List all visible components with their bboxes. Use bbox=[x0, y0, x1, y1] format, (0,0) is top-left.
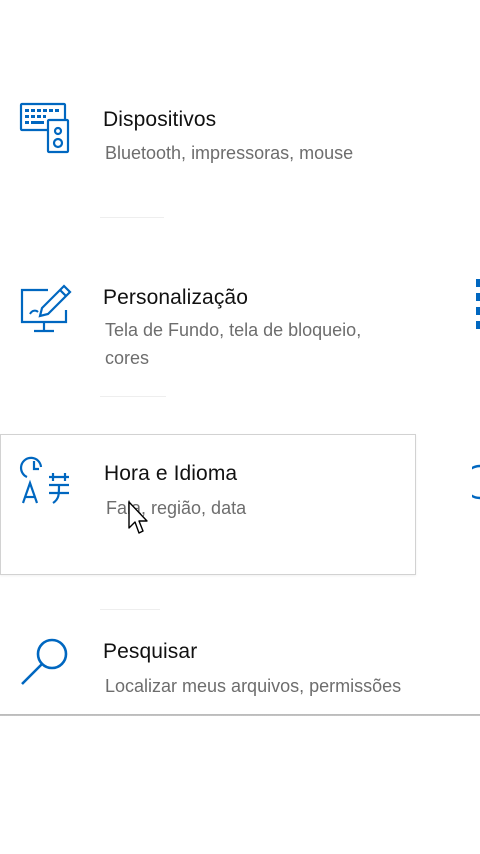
divider bbox=[100, 217, 164, 218]
tile-personalization-desc: Tela de Fundo, tela de bloqueio, cores bbox=[105, 320, 362, 368]
tile-devices-title: Dispositivos bbox=[103, 108, 217, 131]
personalization-icon bbox=[18, 282, 74, 338]
tile-search[interactable]: Pesquisar Localizar meus arquivos, permi… bbox=[0, 614, 416, 716]
tile-time-language[interactable]: Hora e Idioma Fala, região, data bbox=[0, 434, 416, 575]
tile-personalization-title: Personalização bbox=[103, 286, 248, 309]
tile-devices[interactable]: Dispositivos Bluetooth, impressoras, mou… bbox=[0, 80, 416, 210]
time-language-icon bbox=[19, 455, 75, 511]
settings-window: Dispositivos Bluetooth, impressoras, mou… bbox=[0, 0, 480, 716]
devices-icon bbox=[18, 100, 74, 156]
gaming-icon[interactable] bbox=[462, 464, 480, 500]
tile-devices-desc: Bluetooth, impressoras, mouse bbox=[105, 143, 354, 163]
mouse-cursor-icon bbox=[127, 500, 149, 536]
tile-time-language-title: Hora e Idioma bbox=[104, 462, 238, 485]
apps-icon[interactable] bbox=[472, 279, 480, 329]
background-area bbox=[0, 716, 480, 854]
search-icon bbox=[18, 634, 74, 690]
divider bbox=[100, 609, 160, 610]
divider bbox=[100, 396, 166, 397]
tile-time-language-desc: Fala, região, data bbox=[106, 498, 247, 518]
tile-personalization[interactable]: Personalização Tela de Fundo, tela de bl… bbox=[0, 258, 416, 393]
tile-search-desc: Localizar meus arquivos, permissões bbox=[105, 676, 402, 696]
tile-search-title: Pesquisar bbox=[103, 640, 198, 663]
